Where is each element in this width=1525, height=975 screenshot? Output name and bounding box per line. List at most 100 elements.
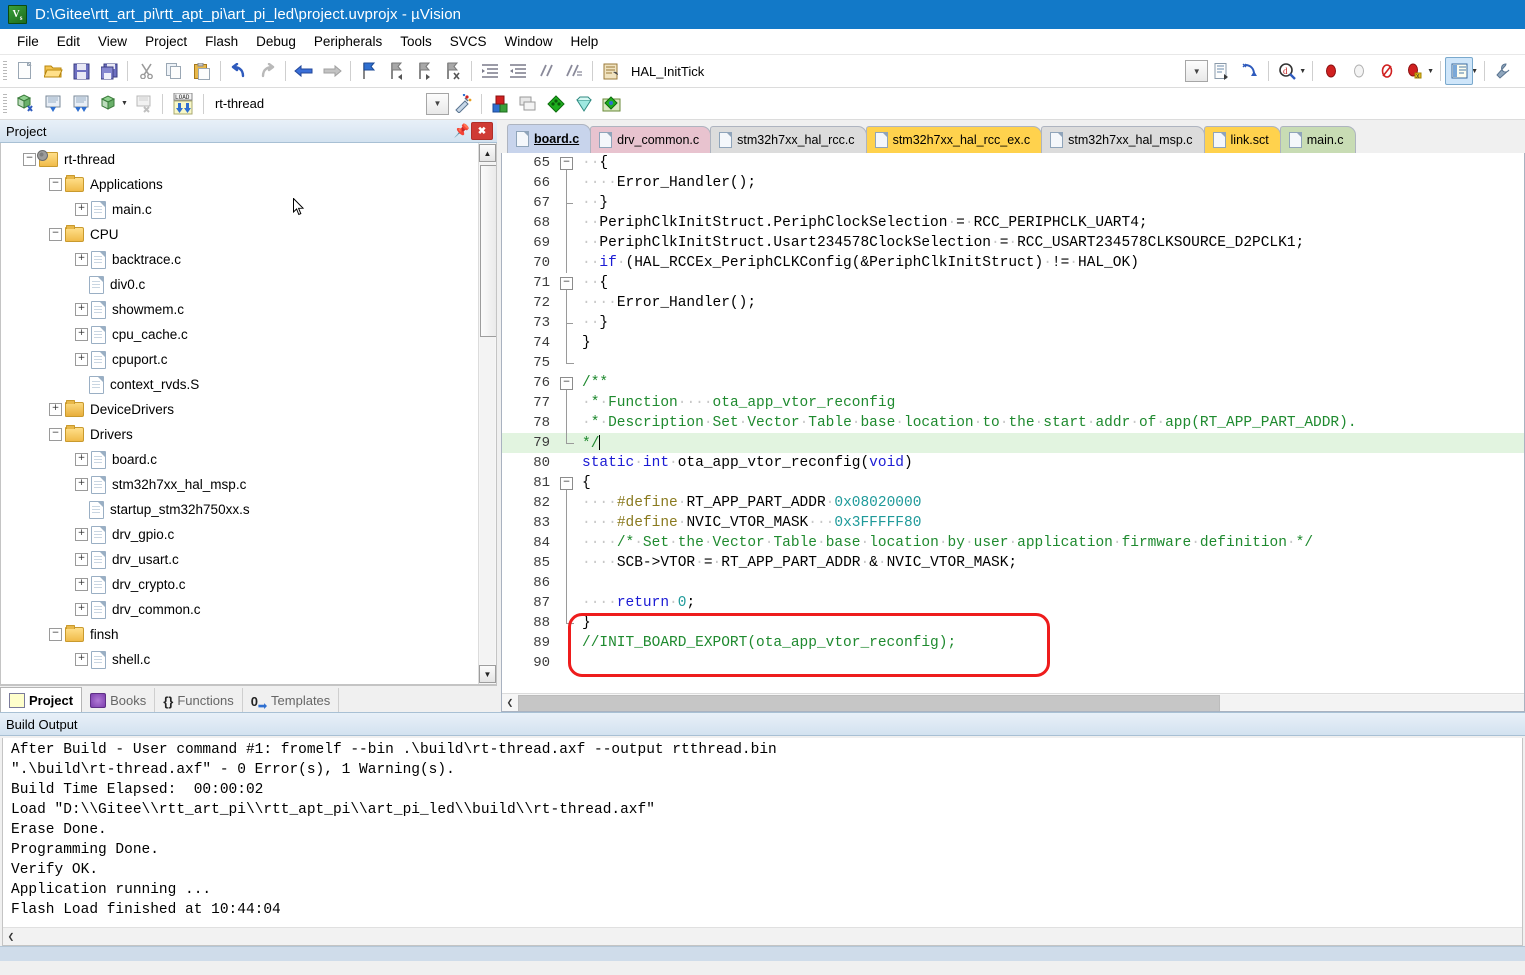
editor-tab-stm32h7xx-hal-rcc-ex-c[interactable]: stm32h7xx_hal_rcc_ex.c (865, 126, 1043, 153)
save-all-icon[interactable] (95, 57, 123, 85)
batch-build-icon[interactable] (95, 90, 123, 118)
menu-peripherals[interactable]: Peripherals (305, 31, 391, 52)
tree-item-board-c[interactable]: + board.c (1, 447, 478, 472)
code-line[interactable]: 88} (502, 613, 1524, 633)
code-line[interactable]: 81−{ (502, 473, 1524, 493)
expand-plus-icon[interactable]: + (75, 603, 88, 616)
goto-definition-icon[interactable] (1236, 57, 1264, 85)
code-line[interactable]: 69 ··PeriphClkInitStruct.Usart234578Clock… (502, 233, 1524, 253)
tab-functions[interactable]: {} Functions (155, 688, 243, 712)
code-line[interactable]: 80 static·int·ota_app_vtor_reconfig(void) (502, 453, 1524, 473)
fold-margin[interactable] (556, 313, 578, 333)
tree-item-drv-crypto-c[interactable]: + drv_crypto.c (1, 572, 478, 597)
code-line[interactable]: 77 ·*·Function····ota_app_vtor_reconfig (502, 393, 1524, 413)
paste-icon[interactable] (188, 57, 216, 85)
configure-icon[interactable] (1489, 57, 1517, 85)
tree-item-showmem-c[interactable]: + showmem.c (1, 297, 478, 322)
menu-flash[interactable]: Flash (196, 31, 247, 52)
fold-collapse-icon[interactable]: − (560, 477, 573, 490)
expand-plus-icon[interactable]: + (75, 203, 88, 216)
expand-plus-icon[interactable]: + (75, 453, 88, 466)
tab-project[interactable]: Project (0, 687, 83, 712)
code-line[interactable]: 74} (502, 333, 1524, 353)
fold-margin[interactable] (556, 553, 578, 573)
scroll-left-arrow-icon[interactable]: ❮ (3, 929, 19, 944)
menu-tools[interactable]: Tools (391, 31, 441, 52)
tree-item-div0-c[interactable]: div0.c (1, 272, 478, 297)
fold-collapse-icon[interactable]: − (560, 377, 573, 390)
expand-plus-icon[interactable]: + (75, 303, 88, 316)
fold-margin[interactable] (556, 513, 578, 533)
fold-margin[interactable] (556, 213, 578, 233)
code-line[interactable]: 65− ··{ (502, 153, 1524, 173)
tree-item-shell-c[interactable]: + shell.c (1, 647, 478, 672)
toolbar-grip[interactable] (3, 61, 7, 81)
comment-icon[interactable] (532, 57, 560, 85)
code-line[interactable]: 67 ··} (502, 193, 1524, 213)
fold-margin[interactable] (556, 533, 578, 553)
new-file-icon[interactable] (11, 57, 39, 85)
tree-item-rt-thread[interactable]: − rt-thread (1, 147, 478, 172)
collapse-minus-icon[interactable]: − (49, 628, 62, 641)
code-line[interactable]: 68 ··PeriphClkInitStruct.PeriphClockSelec… (502, 213, 1524, 233)
rebuild-icon[interactable] (67, 90, 95, 118)
code-line[interactable]: 71− ··{ (502, 273, 1524, 293)
cut-icon[interactable] (132, 57, 160, 85)
collapse-minus-icon[interactable]: − (49, 178, 62, 191)
toolbar-grip[interactable] (3, 93, 7, 114)
expand-plus-icon[interactable]: + (75, 353, 88, 366)
tree-item-context-rvds-s[interactable]: context_rvds.S (1, 372, 478, 397)
tree-item-drv-usart-c[interactable]: + drv_usart.c (1, 547, 478, 572)
manage-windows-icon[interactable] (1445, 57, 1474, 85)
manage-run-time-env-icon[interactable] (570, 90, 598, 118)
select-software-packs-icon[interactable] (598, 90, 626, 118)
fold-margin[interactable]: − (556, 373, 578, 393)
tab-templates[interactable]: 0➟ Templates (243, 688, 340, 712)
fold-margin[interactable]: − (556, 153, 578, 173)
bookmark-clear-icon[interactable] (439, 57, 467, 85)
insert-file-icon[interactable] (1208, 57, 1236, 85)
menu-debug[interactable]: Debug (247, 31, 305, 52)
fold-margin[interactable] (556, 433, 578, 453)
close-icon[interactable]: ✖ (471, 122, 493, 140)
expand-plus-icon[interactable]: + (75, 553, 88, 566)
function-jump-icon[interactable] (597, 57, 625, 85)
tree-item-cpu[interactable]: − CPU (1, 222, 478, 247)
fold-collapse-icon[interactable]: − (560, 277, 573, 290)
fold-margin[interactable] (556, 333, 578, 353)
scroll-track[interactable] (480, 163, 496, 664)
tree-item-main-c[interactable]: + main.c (1, 197, 478, 222)
fold-margin[interactable]: − (556, 273, 578, 293)
bookmark-next-icon[interactable] (411, 57, 439, 85)
code-line[interactable]: 90 (502, 653, 1524, 673)
target-options-icon[interactable] (449, 90, 477, 118)
indent-icon[interactable] (476, 57, 504, 85)
find-in-files-icon[interactable]: d (1273, 57, 1301, 85)
tree-item-drv-gpio-c[interactable]: + drv_gpio.c (1, 522, 478, 547)
breakpoint-disable-icon[interactable] (1345, 57, 1373, 85)
stop-build-icon[interactable] (130, 90, 158, 118)
code-line[interactable]: 79 */ (502, 433, 1524, 453)
tab-books[interactable]: Books (82, 688, 156, 712)
code-line[interactable]: 89 //INIT_BOARD_EXPORT(ota_app_vtor_recon… (502, 633, 1524, 653)
bookmark-prev-icon[interactable] (383, 57, 411, 85)
editor-tab-stm32h7xx-hal-msp-c[interactable]: stm32h7xx_hal_msp.c (1041, 126, 1205, 153)
code-line[interactable]: 82 ····#define·RT_APP_PART_ADDR·0x0802000… (502, 493, 1524, 513)
translate-icon[interactable] (11, 90, 39, 118)
download-icon[interactable]: LOAD (167, 90, 199, 118)
scroll-up-arrow-icon[interactable]: ▲ (479, 144, 496, 162)
code-line[interactable]: 66 ····Error_Handler(); (502, 173, 1524, 193)
tree-item-drv-common-c[interactable]: + drv_common.c (1, 597, 478, 622)
build-icon[interactable] (39, 90, 67, 118)
target-select-value[interactable]: rt-thread (207, 92, 406, 115)
pack-installer-icon[interactable] (542, 90, 570, 118)
fold-margin[interactable]: − (556, 473, 578, 493)
fold-margin[interactable] (556, 233, 578, 253)
expand-plus-icon[interactable]: + (75, 328, 88, 341)
code-line[interactable]: 85 ····SCB->VTOR·=·RT_APP_PART_ADDR·&·NVI… (502, 553, 1524, 573)
redo-icon[interactable] (253, 57, 281, 85)
code-line[interactable]: 75 (502, 353, 1524, 373)
expand-plus-icon[interactable]: + (75, 478, 88, 491)
fold-margin[interactable] (556, 193, 578, 213)
editor-tab-stm32h7xx-hal-rcc-c[interactable]: stm32h7xx_hal_rcc.c (710, 126, 867, 153)
